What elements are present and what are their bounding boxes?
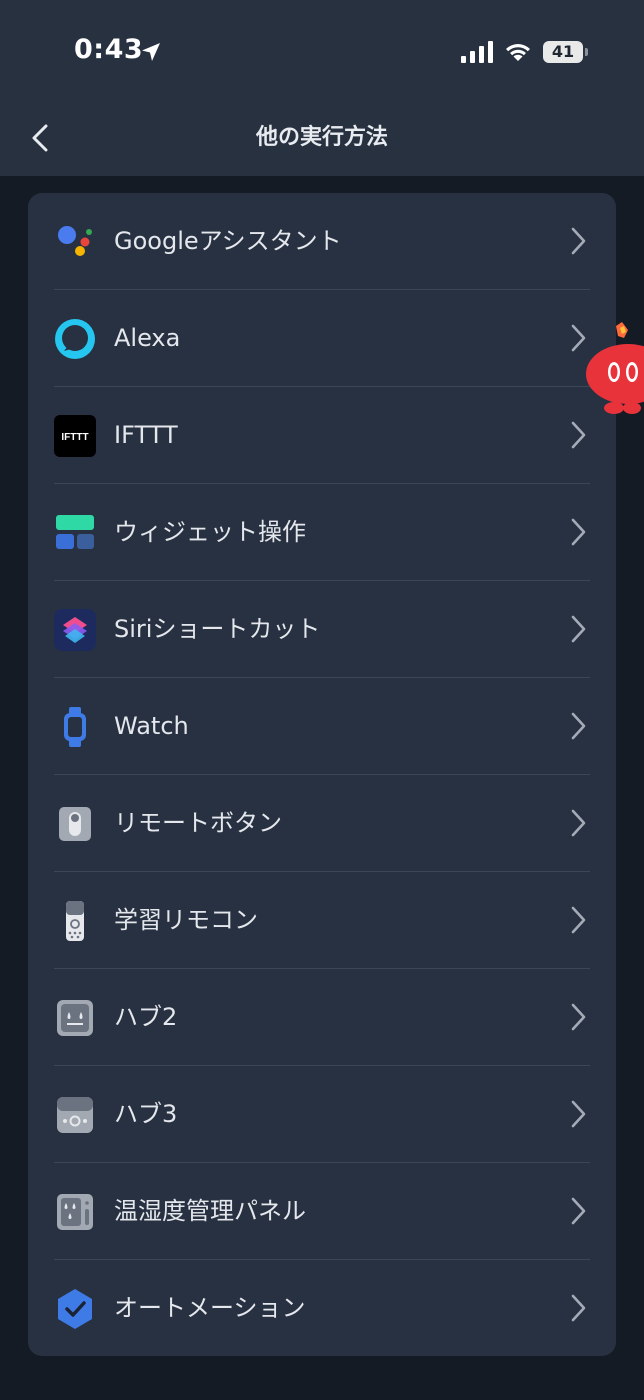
list-item-ifttt[interactable]: IFTTT IFTTT [28, 387, 616, 484]
list-item-label: IFTTT [114, 421, 178, 449]
chevron-right-icon [571, 421, 586, 449]
list-item-climate-panel[interactable]: 温湿度管理パネル [28, 1163, 616, 1260]
climate-panel-icon [57, 1194, 93, 1230]
list-item-label: リモートボタン [114, 809, 282, 837]
hub3-icon [57, 1097, 93, 1133]
google-assistant-icon [58, 226, 92, 256]
chevron-right-icon [571, 809, 586, 837]
list-item-remote-button[interactable]: リモートボタン [28, 775, 616, 872]
chevron-right-icon [571, 615, 586, 643]
list-item-label: ハブ2 [114, 1003, 178, 1031]
list-item-google-assistant[interactable]: Googleアシスタント [28, 193, 616, 290]
page-title: 他の実行方法 [255, 125, 388, 150]
list-item-widget[interactable]: ウィジェット操作 [28, 484, 616, 581]
watch-icon [64, 707, 86, 747]
list-item-label: 学習リモコン [114, 906, 258, 934]
list-item-label: Alexa [114, 324, 181, 352]
alexa-icon [55, 319, 95, 359]
chevron-right-icon [571, 1003, 586, 1031]
list-item-label: Watch [114, 712, 189, 740]
list-item-learning-remote[interactable]: 学習リモコン [28, 872, 616, 969]
hub2-icon [57, 1000, 93, 1036]
list-item-label: ハブ3 [114, 1100, 178, 1128]
floating-assistant-mascot-icon[interactable] [584, 322, 644, 416]
list-item-label: Googleアシスタント [114, 227, 342, 255]
location-arrow-icon [142, 43, 160, 61]
list-item-hub3[interactable]: ハブ3 [28, 1066, 616, 1163]
chevron-right-icon [571, 518, 586, 546]
status-time: 0:43 [74, 34, 144, 65]
siri-shortcuts-icon [54, 609, 96, 651]
list-item-watch[interactable]: Watch [28, 678, 616, 775]
list-item-siri-shortcuts[interactable]: Siriショートカット [28, 581, 616, 678]
ifttt-icon: IFTTT [54, 415, 96, 457]
battery-indicator: 41 [543, 41, 583, 63]
list-item-automation[interactable]: オートメーション [28, 1260, 616, 1357]
navigation-header: 0:43 41 他の実行方法 [0, 0, 644, 176]
chevron-right-icon [571, 227, 586, 255]
list-item-alexa[interactable]: Alexa [28, 290, 616, 387]
learning-remote-icon [66, 901, 84, 941]
automation-icon [58, 1289, 92, 1329]
list-item-label: ウィジェット操作 [114, 518, 306, 546]
chevron-right-icon [571, 712, 586, 740]
cellular-signal-icon [461, 41, 493, 63]
battery-nub [585, 48, 588, 56]
chevron-right-icon [571, 1294, 586, 1322]
widget-icon [56, 515, 94, 549]
svg-text:IFTTT: IFTTT [61, 432, 88, 443]
remote-button-icon [59, 807, 91, 841]
wifi-icon [506, 44, 530, 61]
chevron-right-icon [571, 1100, 586, 1128]
list-item-label: オートメーション [114, 1294, 306, 1322]
integration-list: Googleアシスタント Alexa IFTTT IFTTT ウィジェット操作 [28, 193, 616, 1356]
list-item-label: 温湿度管理パネル [114, 1197, 306, 1225]
list-item-label: Siriショートカット [114, 615, 321, 643]
chevron-right-icon [571, 1197, 586, 1225]
list-item-hub2[interactable]: ハブ2 [28, 969, 616, 1066]
chevron-right-icon [571, 906, 586, 934]
